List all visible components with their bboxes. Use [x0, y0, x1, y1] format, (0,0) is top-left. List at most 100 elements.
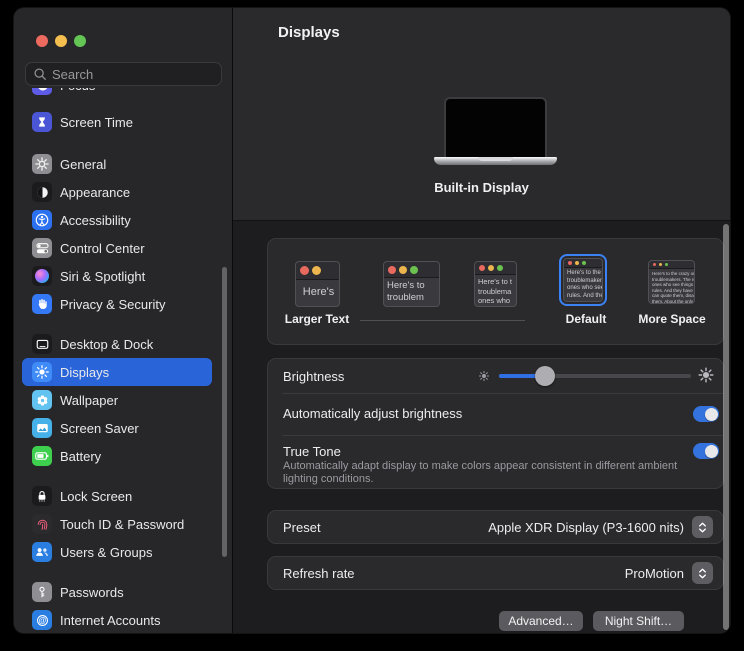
- preview-traffic-dot: [665, 263, 668, 266]
- scale-option-label-larger-text: Larger Text: [285, 312, 349, 326]
- brightness-bright-icon: [697, 366, 715, 384]
- brightness-slider-knob[interactable]: [535, 366, 555, 386]
- scale-option-2[interactable]: Here's totroublem: [383, 261, 440, 307]
- sidebar-item-label: Control Center: [60, 241, 145, 256]
- sidebar-item-label: Screen Saver: [60, 421, 139, 436]
- scale-option-label-default: Default: [566, 312, 607, 326]
- toggle-knob: [705, 445, 718, 458]
- refresh-rate-value: ProMotion: [625, 566, 684, 581]
- sidebar-item-privacy-security[interactable]: Privacy & Security: [22, 290, 212, 318]
- sidebar-item-label: Desktop & Dock: [60, 337, 153, 352]
- sidebar-item-battery[interactable]: Battery: [22, 442, 212, 470]
- sidebar-item-accessibility[interactable]: Accessibility: [22, 206, 212, 234]
- sidebar-item-general[interactable]: General: [22, 150, 212, 178]
- sidebar-item-label: General: [60, 157, 106, 172]
- key-icon: [32, 582, 52, 602]
- brightness-slider[interactable]: [499, 374, 691, 378]
- page-title: Displays: [278, 24, 340, 41]
- preview-titlebar: [296, 262, 339, 280]
- moon-icon: [32, 88, 52, 95]
- sidebar-item-displays[interactable]: Displays: [22, 358, 212, 386]
- auto-brightness-toggle[interactable]: [693, 406, 719, 422]
- preview-traffic-dot: [653, 263, 656, 266]
- sidebar: Search Focus Screen Time General Appearance…: [14, 8, 232, 633]
- true-tone-toggle[interactable]: [693, 443, 719, 459]
- sidebar-item-label: Privacy & Security: [60, 297, 165, 312]
- true-tone-description: Automatically adapt display to make colo…: [283, 460, 683, 486]
- scale-option-1[interactable]: Here's: [295, 261, 340, 307]
- sidebar-item-label: Lock Screen: [60, 489, 132, 504]
- sidebar-item-siri-spotlight[interactable]: Siri & Spotlight: [22, 262, 212, 290]
- main-pane: Displays Built-in Display Here's Larger T…: [233, 8, 730, 633]
- sidebar-item-label: Displays: [60, 365, 109, 380]
- sidebar-item-appearance[interactable]: Appearance: [22, 178, 212, 206]
- minimize-button[interactable]: [55, 35, 67, 47]
- night-shift-button[interactable]: Night Shift…: [593, 611, 684, 631]
- sidebar-item-label: Wallpaper: [60, 393, 118, 408]
- preview-traffic-dot: [575, 261, 579, 265]
- preview-titlebar: [564, 259, 602, 268]
- scale-option-4-selected[interactable]: Here's to the crtroublemakers.ones who s…: [563, 258, 603, 302]
- preview-traffic-dot: [388, 266, 396, 274]
- sidebar-item-focus[interactable]: Focus: [22, 88, 212, 99]
- sidebar-item-wallpaper[interactable]: Wallpaper: [22, 386, 212, 414]
- sidebar-item-lock-screen[interactable]: Lock Screen: [22, 482, 212, 510]
- preview-traffic-dot: [479, 265, 485, 271]
- zoom-button[interactable]: [74, 35, 86, 47]
- content-scrollbar[interactable]: [723, 224, 729, 630]
- fingerprint-icon: [32, 514, 52, 534]
- sidebar-item-screen-time[interactable]: Screen Time: [22, 108, 212, 136]
- close-button[interactable]: [36, 35, 48, 47]
- laptop-illustration: [444, 97, 547, 158]
- sidebar-item-screen-saver[interactable]: Screen Saver: [22, 414, 212, 442]
- sidebar-item-users-groups[interactable]: Users & Groups: [22, 538, 212, 566]
- refresh-rate-card: Refresh rate ProMotion: [267, 556, 724, 590]
- accessibility-icon: [32, 210, 52, 230]
- displays-header: Displays Built-in Display: [233, 8, 730, 221]
- sidebar-item-passwords[interactable]: Passwords: [22, 578, 212, 606]
- screensaver-icon: [32, 418, 52, 438]
- sidebar-item-label: Screen Time: [60, 115, 133, 130]
- preview-traffic-dot: [410, 266, 418, 274]
- sidebar-item-label: Touch ID & Password: [60, 517, 184, 532]
- search-input[interactable]: Search: [25, 62, 222, 86]
- gear-icon: [32, 154, 52, 174]
- sidebar-item-label: Passwords: [60, 585, 124, 600]
- refresh-rate-dropdown[interactable]: [692, 562, 713, 584]
- preview-traffic-dot: [488, 265, 494, 271]
- sidebar-item-internet-accounts[interactable]: @ Internet Accounts: [22, 606, 212, 633]
- preview-text: Here's to the crazy onetroublemakers. Th…: [649, 269, 694, 304]
- at-sign-icon: @: [32, 610, 52, 630]
- flower-icon: [32, 390, 52, 410]
- hand-icon: [32, 294, 52, 314]
- laptop-base: [434, 157, 557, 165]
- search-placeholder: Search: [52, 67, 93, 82]
- scale-option-label-more-space: More Space: [638, 312, 705, 326]
- sidebar-item-control-center[interactable]: Control Center: [22, 234, 212, 262]
- scale-options-card: Here's Larger Text Here's totroublem Here's…: [267, 238, 724, 345]
- desktop-window-icon: [32, 334, 52, 354]
- sidebar-scrollbar[interactable]: [222, 267, 227, 557]
- chevron-up-down-icon: [696, 566, 709, 581]
- users-icon: [32, 542, 52, 562]
- preview-text: Here's to the crtroublemakers.ones who s…: [564, 268, 602, 300]
- preview-traffic-dot: [300, 266, 309, 275]
- preset-label: Preset: [283, 520, 488, 535]
- chevron-up-down-icon: [696, 520, 709, 535]
- screen: Search Focus Screen Time General Appearance…: [0, 0, 744, 651]
- preset-dropdown[interactable]: [692, 516, 713, 538]
- battery-icon: [32, 446, 52, 466]
- sidebar-item-label: Battery: [60, 449, 101, 464]
- sidebar-item-touch-id-password[interactable]: Touch ID & Password: [22, 510, 212, 538]
- sidebar-item-desktop-dock[interactable]: Desktop & Dock: [22, 330, 212, 358]
- scale-option-3[interactable]: Here's to ttroublemaones who: [474, 261, 517, 307]
- sidebar-item-label: Internet Accounts: [60, 613, 160, 628]
- advanced-button[interactable]: Advanced…: [499, 611, 583, 631]
- brightness-dim-icon: [477, 369, 491, 383]
- device-label: Built-in Display: [233, 180, 730, 195]
- sidebar-item-label: Focus: [60, 88, 95, 93]
- scale-option-5[interactable]: Here's to the crazy onetroublemakers. Th…: [648, 260, 695, 304]
- laptop-notch: [478, 157, 513, 161]
- sidebar-nav: Focus Screen Time General AppearanceAccessi…: [14, 88, 232, 633]
- preview-traffic-dot: [568, 261, 572, 265]
